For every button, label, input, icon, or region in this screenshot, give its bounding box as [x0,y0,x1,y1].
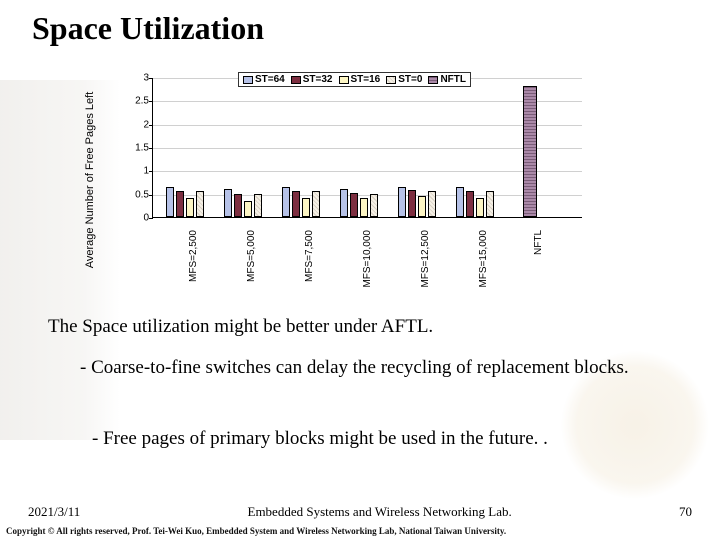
x-tick-label: MFS=10,000 [362,230,373,288]
bar [292,191,300,217]
body-text-1: The Space utilization might be better un… [48,316,433,338]
bar-nftl [523,86,537,217]
footer-lab: Embedded Systems and Wireless Networking… [80,504,679,520]
bar [176,191,184,217]
legend-item: ST=16 [339,74,381,85]
swatch-icon [291,76,301,84]
footer-date: 2021/3/11 [28,504,80,520]
y-tick-label: 0 [127,213,149,224]
bar [398,187,406,217]
bar [456,187,464,217]
swatch-icon [243,76,253,84]
x-tick-label: MFS=12,500 [420,230,431,288]
plot-area: ST=64 ST=32 ST=16 ST=0 NFTL 00.511.522.5… [152,78,582,218]
body-text-2: - Coarse-to-fine switches can delay the … [80,356,680,380]
bar [476,198,484,217]
bar-group [277,187,325,217]
legend: ST=64 ST=32 ST=16 ST=0 NFTL [238,72,471,87]
x-tick-label: NFTL [533,230,544,255]
legend-item: ST=64 [243,74,285,85]
chart: Average Number of Free Pages Left ST=64 … [120,70,600,290]
bar-group [219,189,267,217]
bar [196,191,204,217]
background-building [0,80,120,440]
grid-line [153,148,582,149]
footer-page: 70 [679,504,692,520]
bar [408,190,416,217]
x-tick-label: MFS=5,000 [246,230,257,282]
grid-line [153,101,582,102]
bar [486,191,494,217]
bar [282,187,290,217]
copyright: Copyright © All rights reserved, Prof. T… [6,526,506,536]
y-tick-label: 0.5 [127,189,149,200]
bar [340,189,348,217]
y-axis-label: Average Number of Free Pages Left [84,92,96,269]
bar-group [393,187,441,217]
page-title: Space Utilization [32,10,264,47]
body-text-3: - Free pages of primary blocks might be … [92,428,700,450]
bar [234,194,242,217]
swatch-icon [428,76,438,84]
x-tick-label: MFS=2,500 [188,230,199,282]
bar [312,191,320,217]
bar [244,201,252,217]
x-tick-label: MFS=15,000 [478,230,489,288]
bar [370,194,378,217]
bar [350,193,358,217]
y-tick-label: 2 [127,119,149,130]
grid-line [153,125,582,126]
bar-group [451,187,499,217]
swatch-icon [339,76,349,84]
y-tick-label: 1 [127,166,149,177]
bar [166,187,174,217]
legend-item: ST=32 [291,74,333,85]
bar [418,196,426,217]
bar [466,191,474,217]
bar-group [161,187,209,217]
bar [254,194,262,217]
bar [224,189,232,217]
bar-group [335,189,383,217]
y-tick-label: 2.5 [127,96,149,107]
bar [360,198,368,217]
legend-item: NFTL [428,74,466,85]
swatch-icon [386,76,396,84]
footer: 2021/3/11 Embedded Systems and Wireless … [0,504,720,520]
grid-line [153,171,582,172]
y-tick-label: 1.5 [127,143,149,154]
x-tick-label: MFS=7,500 [304,230,315,282]
bar [302,198,310,217]
bar [186,198,194,217]
y-tick-label: 3 [127,73,149,84]
bar [428,191,436,217]
legend-item: ST=0 [386,74,422,85]
